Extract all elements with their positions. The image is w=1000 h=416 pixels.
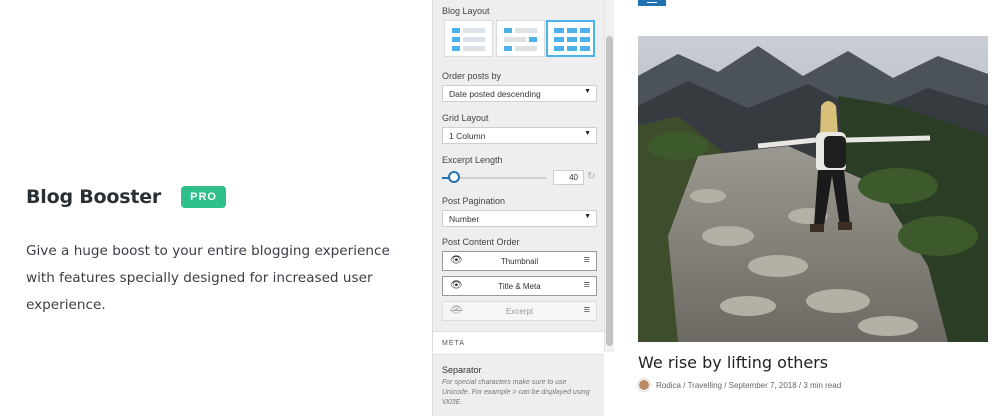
content-order-item-excerpt[interactable]: 👁 Excerpt ≡ <box>442 301 597 321</box>
grid-layout-value: 1 Column <box>449 131 486 141</box>
pro-badge: PRO <box>181 186 226 208</box>
meta-separator: / <box>796 380 804 390</box>
content-order-item-label: Excerpt <box>505 307 534 316</box>
meta-section-header[interactable]: META <box>433 331 604 355</box>
order-posts-label: Order posts by <box>442 71 502 81</box>
layout-option-grid[interactable] <box>546 20 595 57</box>
excerpt-slider-handle[interactable] <box>448 171 461 183</box>
excerpt-length-input[interactable]: 40 <box>553 170 584 185</box>
separator-label: Separator <box>442 365 482 375</box>
dropdown-arrow-icon: ▼ <box>584 130 591 137</box>
content-order-item-label: Thumbnail <box>500 257 539 266</box>
dropdown-arrow-icon: ▼ <box>584 213 591 220</box>
order-posts-value: Date posted descending <box>449 89 541 99</box>
layout-option-zigzag[interactable] <box>496 20 545 57</box>
post-read-time: 3 min read <box>803 380 842 390</box>
drag-handle-icon[interactable]: ≡ <box>584 279 590 291</box>
hero-title: Blog Booster <box>26 186 162 208</box>
feature-hero: Blog Booster PRO Give a huge boost to yo… <box>26 186 396 319</box>
post-thumbnail-image[interactable] <box>638 36 988 342</box>
preview-menu-button[interactable] <box>638 0 666 6</box>
customizer-panel: Blog Layout Order posts by Date posted d… <box>432 0 604 416</box>
post-content-order-label: Post Content Order <box>442 237 520 247</box>
customizer-scroll-area: Blog Layout Order posts by Date posted d… <box>433 0 604 416</box>
hero-description: Give a huge boost to your entire bloggin… <box>26 243 390 313</box>
content-order-item-title-meta[interactable]: 👁 Title & Meta ≡ <box>442 276 597 296</box>
drag-handle-icon[interactable]: ≡ <box>584 304 590 316</box>
post-pagination-value: Number <box>449 214 480 224</box>
meta-separator: / <box>721 380 729 390</box>
mountain-hiker-illustration <box>638 36 988 342</box>
excerpt-length-label: Excerpt Length <box>442 155 503 165</box>
post-category[interactable]: Travelling <box>688 381 722 390</box>
grid-layout-label: Grid Layout <box>442 113 489 123</box>
blog-layout-label: Blog Layout <box>442 6 490 16</box>
separator-description: For special characters make sure to use … <box>442 379 590 406</box>
meta-section-title: META <box>442 340 465 347</box>
order-posts-select[interactable]: Date posted descending ▼ <box>442 85 597 102</box>
reset-icon[interactable]: ↻ <box>587 171 595 182</box>
meta-separator: / <box>680 380 688 390</box>
grid-layout-select[interactable]: 1 Column ▼ <box>442 127 597 144</box>
post-pagination-label: Post Pagination <box>442 196 506 206</box>
drag-handle-icon[interactable]: ≡ <box>584 254 590 266</box>
content-order-item-thumbnail[interactable]: 👁 Thumbnail ≡ <box>442 251 597 271</box>
post-meta: Rodica / Travelling / September 7, 2018 … <box>638 379 841 391</box>
panel-scrollbar-thumb[interactable] <box>606 36 613 346</box>
layout-option-list[interactable] <box>444 20 493 57</box>
post-date: September 7, 2018 <box>728 380 797 390</box>
content-order-item-label: Title & Meta <box>498 282 541 291</box>
post-pagination-select[interactable]: Number ▼ <box>442 210 597 227</box>
author-avatar <box>638 379 650 391</box>
post-title[interactable]: We rise by lifting others <box>638 353 828 372</box>
hero-title-row: Blog Booster PRO <box>26 186 396 208</box>
post-author[interactable]: Rodica <box>656 381 681 390</box>
dropdown-arrow-icon: ▼ <box>584 88 591 95</box>
